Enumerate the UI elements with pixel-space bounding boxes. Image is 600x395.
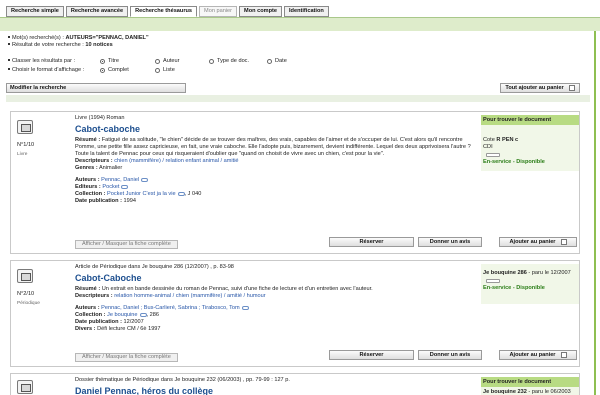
search-summary: Mot(s) recherché(s) : AUTEURS="PENNAC, D…	[8, 35, 149, 49]
link-icon[interactable]	[139, 312, 147, 317]
tab-bar: Recherche simple Recherche avancée Reche…	[6, 6, 329, 17]
tab-login[interactable]: Identification	[284, 6, 329, 17]
format-label: Choisir le format d'affichage :	[12, 67, 85, 73]
toggle-full-record-button[interactable]: Afficher / Masquer la fiche complète	[75, 240, 178, 249]
tab-thesaurus-search[interactable]: Recherche thésaurus	[130, 6, 198, 17]
location-panel: Pour trouver le document Cote R PEN c CD…	[481, 115, 579, 171]
availability-status: En-service - Disponible	[483, 159, 545, 165]
book-icon	[17, 120, 33, 134]
keywords-label: Mot(s) recherché(s) :	[12, 35, 64, 41]
modify-search-button[interactable]: Modifier la recherche	[6, 83, 186, 93]
toggle-full-record-button[interactable]: Afficher / Masquer la fiche complète	[75, 353, 178, 362]
format-options: Choisir le format d'affichage : Complet …	[8, 67, 568, 75]
descriptors: Descripteurs : chien (mammifère) / relat…	[75, 158, 239, 164]
location-panel-title: Pour trouver le document	[481, 377, 579, 387]
publisher-field: Editeurs : Pocket	[75, 184, 480, 191]
misc-field: Divers : Défi lecture CM / 6è 1997	[75, 326, 161, 332]
results-top-strip	[6, 95, 590, 102]
result-card: N°2/10 Périodique Article de Périodique …	[10, 260, 580, 367]
book-icon	[17, 269, 33, 283]
tab-cart[interactable]: Mon panier	[199, 6, 238, 17]
doc-title[interactable]: Daniel Pennac, héros du collège	[75, 386, 480, 395]
add-all-to-cart-button[interactable]: Tout ajouter au panier	[500, 83, 580, 93]
add-to-cart-checkbox[interactable]	[560, 351, 567, 358]
doc-header: Article de Périodique dans Je bouquine 2…	[75, 264, 234, 270]
doc-header: Dossier thématique de Périodique dans Je…	[75, 377, 290, 383]
sort-options: Classer les résultats par : Titre Auteur…	[8, 58, 568, 66]
right-edge-bar	[594, 31, 596, 395]
doc-type: Livre	[17, 152, 28, 157]
location-panel-title: Pour trouver le document	[481, 115, 579, 125]
doc-header: Livre (1994) Roman	[75, 115, 125, 121]
location-panel: Je bouquine 286 - paru le 12/2007 En-ser…	[481, 264, 579, 304]
link-icon[interactable]	[177, 191, 185, 196]
review-button[interactable]: Donner un avis	[418, 350, 482, 360]
location-panel: Pour trouver le document Je bouquine 232…	[481, 377, 579, 395]
tab-account[interactable]: Mon compte	[239, 6, 282, 17]
reserve-button[interactable]: Réserver	[329, 237, 414, 247]
summary: Résumé : Fatigué de sa solitude, "le chi…	[75, 137, 471, 157]
result-label: Résultat de votre recherche :	[12, 42, 84, 48]
result-count: 10 notices	[85, 42, 113, 48]
add-all-checkbox[interactable]	[568, 84, 575, 91]
date-field: Date publication : 12/2007	[75, 319, 144, 325]
format-full-radio[interactable]: Complet	[100, 67, 129, 73]
format-list-radio[interactable]: Liste	[155, 67, 175, 73]
sort-doctype-radio[interactable]: Type de doc.	[209, 58, 249, 64]
authors-field: Auteurs : Pennac, Daniel ; Bus-Carlieré,…	[75, 305, 480, 312]
review-button[interactable]: Donner un avis	[418, 237, 482, 247]
summary: Résumé : Un extrait en bande dessinée du…	[75, 286, 373, 292]
copies-toggle[interactable]	[486, 279, 500, 283]
add-to-cart-checkbox[interactable]	[560, 238, 567, 245]
doc-title[interactable]: Cabot-caboche	[75, 124, 480, 135]
result-card: Dossier thématique de Périodique dans Je…	[10, 373, 580, 395]
add-to-cart-button[interactable]: Ajouter au panier	[499, 350, 577, 360]
copies-toggle[interactable]	[486, 153, 500, 157]
sort-date-radio[interactable]: Date	[267, 58, 287, 64]
descriptors: Descripteurs : relation homme-animal / c…	[75, 293, 266, 299]
link-icon[interactable]	[241, 305, 249, 310]
sort-title-radio[interactable]: Titre	[100, 58, 119, 64]
genres: Genres : Animalier	[75, 165, 123, 171]
collection-field: Collection : Pocket Junior C'est ja la v…	[75, 191, 202, 197]
availability-status: En-service - Disponible	[483, 285, 545, 291]
link-icon[interactable]	[121, 184, 129, 189]
book-icon	[17, 380, 33, 394]
link-icon[interactable]	[141, 177, 149, 182]
result-number: N°1/10	[17, 142, 35, 148]
doc-type: Périodique	[17, 301, 40, 306]
result-number: N°2/10	[17, 291, 35, 297]
date-field: Date publication : 1994	[75, 198, 136, 204]
tab-simple-search[interactable]: Recherche simple	[6, 6, 64, 17]
sort-label: Classer les résultats par :	[12, 58, 76, 64]
header-band	[0, 17, 600, 31]
result-card: N°1/10 Livre Livre (1994) Roman Cabot-ca…	[10, 111, 580, 254]
authors-field: Auteurs : Pennac, Daniel	[75, 177, 480, 184]
keywords-value: AUTEURS="PENNAC, DANIEL"	[65, 35, 149, 41]
add-to-cart-button[interactable]: Ajouter au panier	[499, 237, 577, 247]
reserve-button[interactable]: Réserver	[329, 350, 414, 360]
tab-advanced-search[interactable]: Recherche avancée	[65, 6, 129, 17]
collection-field: Collection : Je bouquine, 286	[75, 312, 159, 318]
sort-author-radio[interactable]: Auteur	[155, 58, 179, 64]
doc-title[interactable]: Cabot-Caboche	[75, 273, 480, 284]
